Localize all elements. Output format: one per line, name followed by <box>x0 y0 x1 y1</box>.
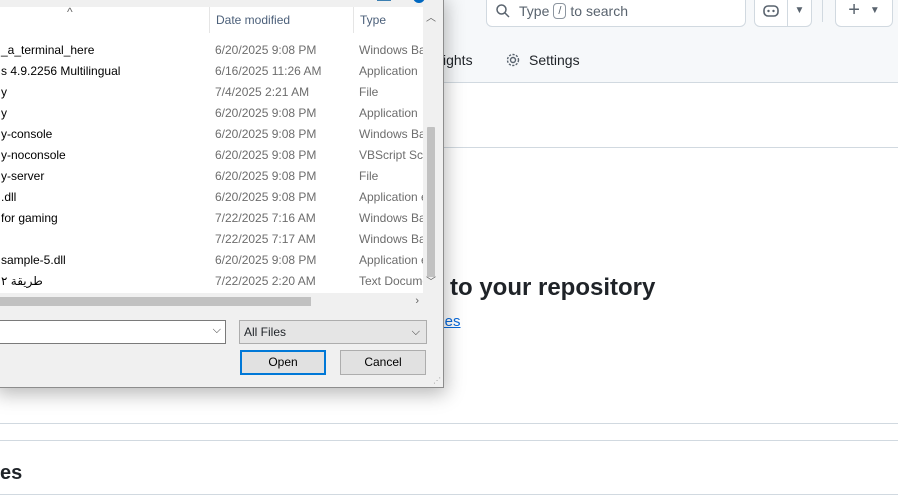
scroll-up-icon[interactable]: ︿ <box>423 11 439 27</box>
page-heading: to your repository <box>450 274 656 301</box>
gear-icon <box>506 53 520 67</box>
file-name: _a_terminal_here <box>1 43 95 57</box>
file-date: 7/22/2025 7:16 AM <box>215 211 316 225</box>
file-date: 6/20/2025 9:08 PM <box>215 106 317 120</box>
tab-settings[interactable]: Settings <box>505 48 580 72</box>
resize-grip-icon[interactable]: ⋰ <box>433 376 441 385</box>
file-type: Text Docume <box>359 274 423 288</box>
file-name: y-console <box>1 127 53 141</box>
search-prefix: Type <box>519 2 550 19</box>
section-heading: es <box>0 462 23 484</box>
file-type: Windows Bat <box>359 211 423 225</box>
list-item[interactable]: s 4.9.2256 Multilingual 6/16/2025 11:26 … <box>0 61 423 82</box>
view-options-icon[interactable] <box>377 0 391 1</box>
file-date: 7/22/2025 2:20 AM <box>215 274 316 288</box>
create-new-button[interactable]: + ▼ <box>835 0 893 27</box>
list-item[interactable]: for gaming 7/22/2025 7:16 AM Windows Bat <box>0 208 423 229</box>
file-name: y <box>1 85 7 99</box>
file-date: 7/4/2025 2:21 AM <box>215 85 310 99</box>
sort-ascending-icon[interactable]: ^ <box>67 7 73 19</box>
search-input[interactable]: Type / to search <box>486 0 746 27</box>
vertical-scrollbar[interactable]: ︿ ﹀ <box>423 7 439 293</box>
chevron-down-icon: ▼ <box>869 5 880 16</box>
file-name-input[interactable]: ⌵ <box>0 320 226 344</box>
file-type: File <box>359 85 379 99</box>
file-date: 7/22/2025 7:17 AM <box>215 232 316 246</box>
tab-label: Settings <box>529 52 580 68</box>
header-divider <box>822 0 823 22</box>
list-item[interactable]: y-server 6/20/2025 9:08 PM File <box>0 166 423 187</box>
divider <box>0 494 898 495</box>
file-name: y <box>1 106 7 120</box>
file-type: File <box>359 169 379 183</box>
chevron-down-icon[interactable]: ▼ <box>788 5 811 16</box>
list-item[interactable]: y-console 6/20/2025 9:08 PM Windows Bat <box>0 124 423 145</box>
open-button[interactable]: Open <box>240 350 326 375</box>
list-item[interactable]: _a_terminal_here 6/20/2025 9:08 PM Windo… <box>0 40 423 61</box>
cancel-button[interactable]: Cancel <box>340 350 426 375</box>
file-name: y-noconsole <box>1 148 66 162</box>
list-item[interactable]: y 7/4/2025 2:21 AM File <box>0 82 423 103</box>
search-suffix: to search <box>570 2 629 19</box>
scrollbar-thumb[interactable] <box>0 297 311 306</box>
list-item[interactable]: sample-5.dll 6/20/2025 9:08 PM Applicati… <box>0 250 423 271</box>
divider <box>0 440 898 441</box>
list-item[interactable]: y 6/20/2025 9:08 PM Application <box>0 103 423 124</box>
file-open-dialog: ^ Date modified Type _a_terminal_here 6/… <box>0 0 444 388</box>
file-type-filter-value: All Files <box>244 325 287 339</box>
chevron-down-icon[interactable]: ⌵ <box>213 324 221 337</box>
file-type: Windows Bat <box>359 232 423 246</box>
column-type[interactable]: Type <box>353 7 386 33</box>
file-date: 6/20/2025 9:08 PM <box>215 169 317 183</box>
list-item[interactable]: y-noconsole 6/20/2025 9:08 PM VBScript S… <box>0 145 423 166</box>
file-name: y-server <box>1 169 45 183</box>
list-item[interactable]: طريقة ٢ 7/22/2025 2:20 AM Text Docume <box>0 271 423 292</box>
file-date: 6/20/2025 9:08 PM <box>215 127 317 141</box>
copilot-button[interactable]: ▼ <box>754 0 812 27</box>
file-date: 6/16/2025 11:26 AM <box>215 64 322 78</box>
file-date: 6/20/2025 9:08 PM <box>215 43 317 57</box>
copilot-icon <box>763 4 779 17</box>
search-shortcut-key: / <box>553 2 567 19</box>
list-item[interactable]: .dll 6/20/2025 9:08 PM Application e <box>0 187 423 208</box>
file-name: .dll <box>1 190 17 204</box>
file-list[interactable]: ^ Date modified Type _a_terminal_here 6/… <box>0 7 423 293</box>
file-type: Application e <box>359 253 423 267</box>
file-name: sample-5.dll <box>1 253 66 267</box>
divider <box>0 423 898 424</box>
horizontal-scrollbar[interactable]: › <box>0 293 423 309</box>
file-date: 6/20/2025 9:08 PM <box>215 253 317 267</box>
file-type: Application <box>359 106 418 120</box>
list-item[interactable]: 7/22/2025 7:17 AM Windows Bat <box>0 229 423 250</box>
file-date: 6/20/2025 9:08 PM <box>215 148 317 162</box>
column-date-modified[interactable]: Date modified <box>209 7 290 33</box>
file-name: s 4.9.2256 Multilingual <box>1 64 121 78</box>
list-header: ^ Date modified Type <box>0 7 423 33</box>
search-icon <box>496 3 510 18</box>
file-type: Application e <box>359 190 423 204</box>
file-date: 6/20/2025 9:08 PM <box>215 190 317 204</box>
scroll-down-icon[interactable]: ﹀ <box>423 275 439 291</box>
file-name: for gaming <box>1 211 58 225</box>
file-type-filter[interactable]: All Files ⌵ <box>239 320 427 344</box>
scrollbar-thumb[interactable] <box>427 127 435 277</box>
scroll-right-icon[interactable]: › <box>415 293 419 309</box>
chevron-down-icon: ⌵ <box>411 326 420 338</box>
help-icon[interactable] <box>413 0 425 3</box>
dialog-toolbar <box>0 0 445 5</box>
file-type: Windows Bat <box>359 43 423 57</box>
file-type: Windows Bat <box>359 127 423 141</box>
file-type: VBScript Scri <box>359 148 423 162</box>
file-name: طريقة ٢ <box>1 274 43 288</box>
file-type: Application <box>359 64 418 78</box>
plus-icon: + <box>848 0 860 21</box>
